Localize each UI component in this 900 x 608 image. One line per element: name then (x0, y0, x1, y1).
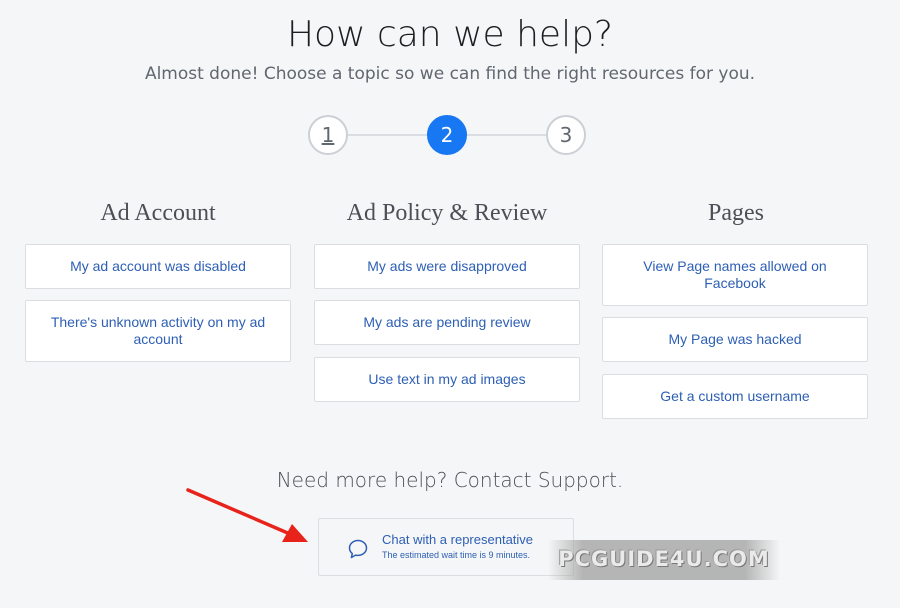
chat-bubble-icon (348, 539, 368, 559)
step-1[interactable]: 1 (308, 115, 348, 155)
topic-text-in-ad-images[interactable]: Use text in my ad images (314, 357, 580, 402)
support-heading: Need more help? Contact Support. (276, 468, 624, 492)
topic-page-names[interactable]: View Page names allowed on Facebook (602, 244, 868, 306)
progress-stepper: 1 2 3 (308, 115, 586, 155)
page-subtitle: Almost done! Choose a topic so we can fi… (144, 64, 756, 84)
topic-unknown-activity[interactable]: There's unknown activity on my ad accoun… (25, 300, 291, 362)
topic-ads-disapproved[interactable]: My ads were disapproved (314, 244, 580, 289)
topic-ads-pending-review[interactable]: My ads are pending review (314, 300, 580, 345)
step-2: 2 (427, 115, 467, 155)
column-title-ad-policy: Ad Policy & Review (346, 200, 548, 226)
step-3: 3 (546, 115, 586, 155)
chat-label: Chat with a representative (382, 532, 534, 547)
chat-with-representative-button[interactable]: Chat with a representative The estimated… (318, 518, 574, 576)
page-title: How can we help? (286, 14, 614, 55)
wait-time-text: The estimated wait time is 9 minutes. (382, 550, 531, 560)
topic-custom-username[interactable]: Get a custom username (602, 374, 868, 419)
watermark-text: PCGUIDE4U.COM (558, 547, 770, 571)
column-title-pages: Pages (708, 200, 764, 226)
step-connector (466, 134, 548, 136)
topic-ad-account-disabled[interactable]: My ad account was disabled (25, 244, 291, 289)
watermark: PCGUIDE4U.COM (548, 540, 780, 580)
column-title-ad-account: Ad Account (100, 200, 216, 226)
step-connector (346, 134, 428, 136)
annotation-arrow (186, 488, 308, 542)
topic-page-hacked[interactable]: My Page was hacked (602, 317, 868, 362)
